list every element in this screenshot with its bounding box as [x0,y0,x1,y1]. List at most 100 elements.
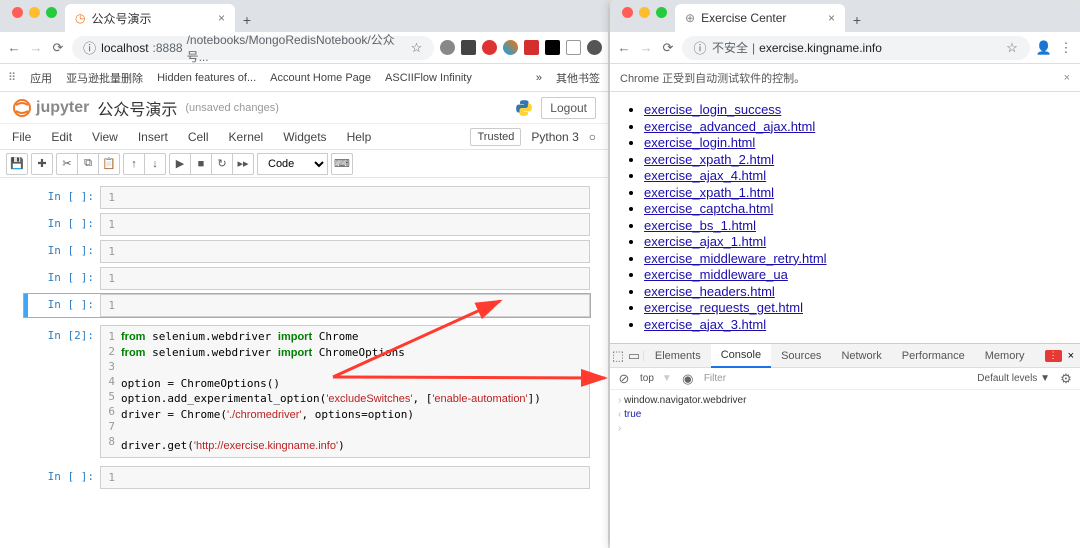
console-output[interactable]: › window.navigator.webdriver ‹ true › [610,390,1080,440]
devtools-tab-console[interactable]: Console [711,344,771,368]
browser-tab[interactable]: ⊕ Exercise Center × [675,4,845,32]
exercise-link[interactable]: exercise_bs_1.html [644,218,756,233]
run-all-icon[interactable]: ▸▸ [232,153,254,175]
ext-icon[interactable] [566,40,581,55]
menu-view[interactable]: View [92,130,118,144]
browser-tab[interactable]: ◷ 公众号演示 × [65,4,235,32]
code-input[interactable]: 1 [100,186,590,209]
eye-icon[interactable]: ◉ [680,371,696,387]
copy-icon[interactable]: ⧉ [77,153,99,175]
close-tab-icon[interactable]: × [218,11,225,25]
exercise-link[interactable]: exercise_xpath_2.html [644,152,774,167]
bookmark[interactable]: Hidden features of... [157,72,256,84]
code-cell[interactable]: In [ ]:1 [28,213,590,236]
forward-icon[interactable]: → [28,40,44,56]
min-dot[interactable] [29,7,40,18]
cut-icon[interactable]: ✂ [56,153,78,175]
menu-insert[interactable]: Insert [138,130,168,144]
jupyter-logo-icon[interactable]: jupyter [12,98,89,118]
profile-icon[interactable]: 👤 [1036,40,1052,56]
exercise-link[interactable]: exercise_middleware_ua [644,267,788,282]
ext-icon[interactable] [482,40,497,55]
exercise-link[interactable]: exercise_xpath_1.html [644,185,774,200]
menu-widgets[interactable]: Widgets [283,130,326,144]
run-icon[interactable]: ▶ [169,153,191,175]
close-dot[interactable] [12,7,23,18]
clear-console-icon[interactable]: ⊘ [616,371,632,387]
menu-icon[interactable]: ⋮ [1058,40,1074,56]
exercise-link[interactable]: exercise_requests_get.html [644,300,803,315]
notebook-area[interactable]: In [ ]:1 In [ ]:1 In [ ]:1 In [ ]:1 In [… [0,178,608,548]
menu-cell[interactable]: Cell [188,130,209,144]
bookmark[interactable]: ASCIIFlow Infinity [385,72,472,84]
code-cell[interactable]: In [ ]:1 [28,466,590,489]
star-icon[interactable]: ☆ [1004,40,1020,56]
info-icon[interactable]: ⓘ [82,40,97,56]
code-input[interactable]: 1 2 3 4 5 6 7 8from selenium.webdriver i… [100,325,590,458]
new-tab-button[interactable]: + [235,12,259,32]
log-levels[interactable]: Default levels ▼ [977,373,1050,384]
exercise-link[interactable]: exercise_login.html [644,135,755,150]
code-input[interactable]: 1 [100,294,590,317]
forward-icon[interactable]: → [638,40,654,56]
devtools-more-icon[interactable]: ⋮ [1045,350,1062,362]
stop-icon[interactable]: ■ [190,153,212,175]
save-icon[interactable]: 💾 [6,153,28,175]
ext-icon[interactable] [524,40,539,55]
device-icon[interactable]: ▭ [626,348,642,364]
ext-icon[interactable] [545,40,560,55]
move-up-icon[interactable]: ↑ [123,153,145,175]
not-secure-icon[interactable]: ⓘ [692,40,708,56]
ext-icon[interactable] [440,40,455,55]
notebook-title[interactable]: 公众号演示 [97,96,177,120]
code-input[interactable]: 1 [100,466,590,489]
code-input[interactable]: 1 [100,213,590,236]
menu-help[interactable]: Help [347,130,372,144]
exercise-link[interactable]: exercise_ajax_1.html [644,234,766,249]
close-dot[interactable] [622,7,633,18]
exercise-link[interactable]: exercise_advanced_ajax.html [644,119,815,134]
max-dot[interactable] [656,7,667,18]
min-dot[interactable] [639,7,650,18]
code-input[interactable]: 1 [100,240,590,263]
star-icon[interactable]: ☆ [409,40,424,56]
back-icon[interactable]: ← [616,40,632,56]
move-down-icon[interactable]: ↓ [144,153,166,175]
menu-kernel[interactable]: Kernel [229,130,264,144]
back-icon[interactable]: ← [6,40,22,56]
devtools-tab-sources[interactable]: Sources [771,344,831,368]
devtools-tab-memory[interactable]: Memory [975,344,1035,368]
menu-file[interactable]: File [12,130,31,144]
devtools-tab-elements[interactable]: Elements [645,344,711,368]
devtools-tab-performance[interactable]: Performance [892,344,975,368]
restart-icon[interactable]: ↻ [211,153,233,175]
code-cell[interactable]: In [2]:1 2 3 4 5 6 7 8from selenium.webd… [28,325,590,458]
bookmark[interactable]: 应用 [30,70,52,86]
trusted-badge[interactable]: Trusted [470,128,521,146]
code-input[interactable]: 1 [100,267,590,290]
code-cell[interactable]: In [ ]:1 [28,240,590,263]
context-select[interactable]: top [640,373,654,384]
exercise-link[interactable]: exercise_middleware_retry.html [644,251,827,266]
logout-button[interactable]: Logout [541,97,596,119]
close-infobar-icon[interactable]: × [1064,72,1070,84]
other-bookmarks[interactable]: 其他书签 [556,70,600,86]
apps-icon[interactable]: ⠿ [8,71,16,84]
paste-icon[interactable]: 📋 [98,153,120,175]
console-filter[interactable]: Filter [704,373,969,384]
exercise-link[interactable]: exercise_login_success [644,102,781,117]
cmd-palette-icon[interactable]: ⌨ [331,153,353,175]
kernel-name[interactable]: Python 3 [531,130,578,144]
menu-edit[interactable]: Edit [51,130,72,144]
code-cell-selected[interactable]: In [ ]:1 [24,294,590,317]
url-field[interactable]: ⓘ 不安全 | exercise.kingname.info ☆ [682,36,1030,60]
ext-icon[interactable] [461,40,476,55]
cell-type-select[interactable]: Code [257,153,328,175]
bookmark-overflow[interactable]: » [536,72,542,84]
settings-icon[interactable]: ⚙ [1058,371,1074,387]
max-dot[interactable] [46,7,57,18]
exercise-link[interactable]: exercise_ajax_3.html [644,317,766,332]
new-tab-button[interactable]: + [845,12,869,32]
url-field[interactable]: ⓘ localhost:8888/notebooks/MongoRedisNot… [72,36,434,60]
exercise-link[interactable]: exercise_headers.html [644,284,775,299]
